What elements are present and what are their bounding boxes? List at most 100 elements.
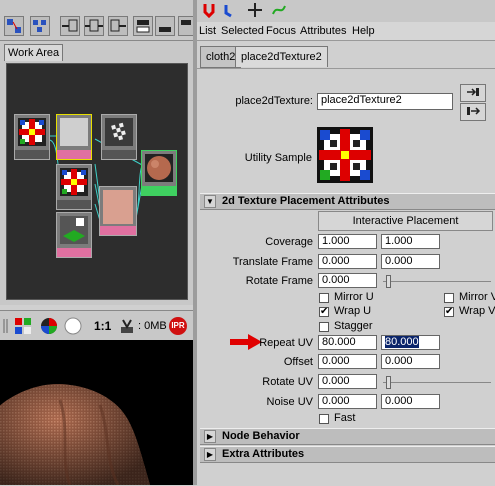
offset-label: Offset xyxy=(283,356,313,368)
translate-frame-u-field[interactable]: 0.000 xyxy=(318,254,377,269)
ipr-icon[interactable]: IPR xyxy=(169,317,187,335)
curve-icon[interactable] xyxy=(271,2,287,18)
node-tabs: cloth2 place2dTexture2 xyxy=(197,46,495,68)
repeat-v-field[interactable]: 80.000 xyxy=(381,335,440,350)
grip-icon xyxy=(2,319,10,333)
texture-node[interactable] xyxy=(101,114,137,160)
place2dtexture-node[interactable] xyxy=(14,114,50,160)
bottom-tab-only-icon[interactable] xyxy=(155,16,175,36)
rotate-frame-field[interactable]: 0.000 xyxy=(318,273,377,288)
graph-layout-icon[interactable] xyxy=(30,16,50,36)
tab-place2dtexture2[interactable]: place2dTexture2 xyxy=(235,46,328,67)
collapse-arrow-icon[interactable]: ▼ xyxy=(204,195,216,208)
render-swatch-icon xyxy=(145,154,173,182)
attribute-editor-header xyxy=(197,0,495,22)
rotate-frame-slider-handle[interactable] xyxy=(386,275,391,288)
section-title: 2d Texture Placement Attributes xyxy=(222,195,390,207)
fast-label: Fast xyxy=(334,412,356,424)
go-to-output-icon[interactable] xyxy=(460,103,486,121)
mirror-v-label: Mirror V xyxy=(459,291,495,303)
rotate-uv-field[interactable]: 0.000 xyxy=(318,374,377,389)
place2d-swatch-icon xyxy=(18,118,46,146)
offset-u-field[interactable]: 0.000 xyxy=(318,354,377,369)
wrap-v-checkbox[interactable]: ✔ xyxy=(444,307,454,317)
rotate-uv-label: Rotate UV xyxy=(262,376,313,388)
utility-sample-label: Utility Sample xyxy=(244,152,312,164)
translate-frame-v-field[interactable]: 0.000 xyxy=(381,254,440,269)
mirror-v-checkbox[interactable] xyxy=(444,293,454,303)
color-channel-icon[interactable] xyxy=(14,317,32,335)
place2d-swatch-icon xyxy=(60,168,88,196)
noise-uv-label: Noise UV xyxy=(266,396,313,408)
cloth-swatch-icon xyxy=(103,190,133,224)
go-to-input-icon[interactable] xyxy=(460,84,486,102)
menu-bar: List Selected Focus Attributes Help xyxy=(197,22,495,41)
translate-frame-label: Translate Frame xyxy=(232,256,313,268)
rgb-display-icon[interactable] xyxy=(40,317,58,335)
section-extra-attributes[interactable]: ▶ Extra Attributes xyxy=(200,446,495,463)
coverage-u-field[interactable]: 1.000 xyxy=(318,234,377,249)
mirror-u-checkbox[interactable] xyxy=(319,293,329,303)
stagger-checkbox[interactable] xyxy=(319,322,329,332)
menu-list[interactable]: List xyxy=(199,25,216,37)
noise-v-field[interactable]: 0.000 xyxy=(381,394,440,409)
zoom-ratio[interactable]: 1:1 xyxy=(94,319,111,333)
menu-focus[interactable]: Focus xyxy=(266,25,296,37)
rotate-frame-slider[interactable] xyxy=(383,281,491,291)
utility-sample-icon xyxy=(317,127,373,183)
checker-swatch-icon xyxy=(60,118,88,146)
place2dtexture2-node[interactable] xyxy=(56,164,92,210)
wrap-u-checkbox[interactable]: ✔ xyxy=(319,307,329,317)
alpha-channel-icon[interactable] xyxy=(64,317,82,335)
node-graph[interactable] xyxy=(6,63,188,300)
input-output-connections-icon[interactable] xyxy=(84,16,104,36)
move-icon[interactable] xyxy=(247,2,263,18)
input-connections-icon[interactable] xyxy=(60,16,80,36)
wrap-v-label: Wrap V xyxy=(459,305,495,317)
rotate-uv-slider-handle[interactable] xyxy=(386,376,391,389)
checker-node[interactable] xyxy=(56,114,92,160)
coverage-v-field[interactable]: 1.000 xyxy=(381,234,440,249)
section-title: Extra Attributes xyxy=(222,448,305,460)
top-bottom-tabs-icon[interactable] xyxy=(133,16,153,36)
section-node-behavior[interactable]: ▶ Node Behavior xyxy=(200,428,495,445)
menu-help[interactable]: Help xyxy=(352,25,375,37)
bump-node[interactable] xyxy=(56,212,92,258)
stagger-label: Stagger xyxy=(334,320,373,332)
bump-swatch-icon xyxy=(60,216,88,244)
node-name-label: place2dTexture: xyxy=(235,95,313,107)
tab-work-area[interactable]: Work Area xyxy=(4,44,63,61)
rotate-frame-label: Rotate Frame xyxy=(245,275,313,287)
repeat-u-field[interactable]: 80.000 xyxy=(318,335,377,350)
fast-checkbox[interactable] xyxy=(319,414,329,424)
render-view-toolbar: 1:1 : 0MB IPR xyxy=(0,310,193,341)
material-node[interactable] xyxy=(141,150,177,196)
noise-u-field[interactable]: 0.000 xyxy=(318,394,377,409)
output-connections-icon[interactable] xyxy=(108,16,128,36)
wrap-u-label: Wrap U xyxy=(334,305,372,317)
menu-selected[interactable]: Selected xyxy=(221,25,264,37)
repeat-v-selected-text: 80.000 xyxy=(385,336,419,348)
menu-attributes[interactable]: Attributes xyxy=(300,25,346,37)
expand-arrow-icon[interactable]: ▶ xyxy=(204,448,216,461)
hypershade-toolbar xyxy=(0,0,194,41)
keep-image-icon[interactable] xyxy=(118,317,136,335)
cloth-texture-node[interactable] xyxy=(99,186,137,236)
interactive-placement-button[interactable]: Interactive Placement xyxy=(318,211,493,231)
snap-icon-2[interactable] xyxy=(223,2,239,18)
hypershade-icon[interactable] xyxy=(4,16,24,36)
section-2d-texture-placement[interactable]: ▼ 2d Texture Placement Attributes xyxy=(200,193,495,210)
ipr-label: IPR xyxy=(171,321,185,330)
memory-readout: : 0MB xyxy=(138,320,167,332)
node-name-field[interactable]: place2dTexture2 xyxy=(317,93,453,110)
mirror-u-label: Mirror U xyxy=(334,291,374,303)
offset-v-field[interactable]: 0.000 xyxy=(381,354,440,369)
section-title: Node Behavior xyxy=(222,430,300,442)
top-tab-only-icon[interactable] xyxy=(178,16,194,36)
snap-icon[interactable] xyxy=(201,2,217,19)
checker-swatch-icon xyxy=(105,118,133,146)
render-viewport[interactable] xyxy=(0,340,193,485)
rotate-uv-slider[interactable] xyxy=(383,382,491,392)
coverage-label: Coverage xyxy=(265,236,313,248)
expand-arrow-icon[interactable]: ▶ xyxy=(204,430,216,443)
